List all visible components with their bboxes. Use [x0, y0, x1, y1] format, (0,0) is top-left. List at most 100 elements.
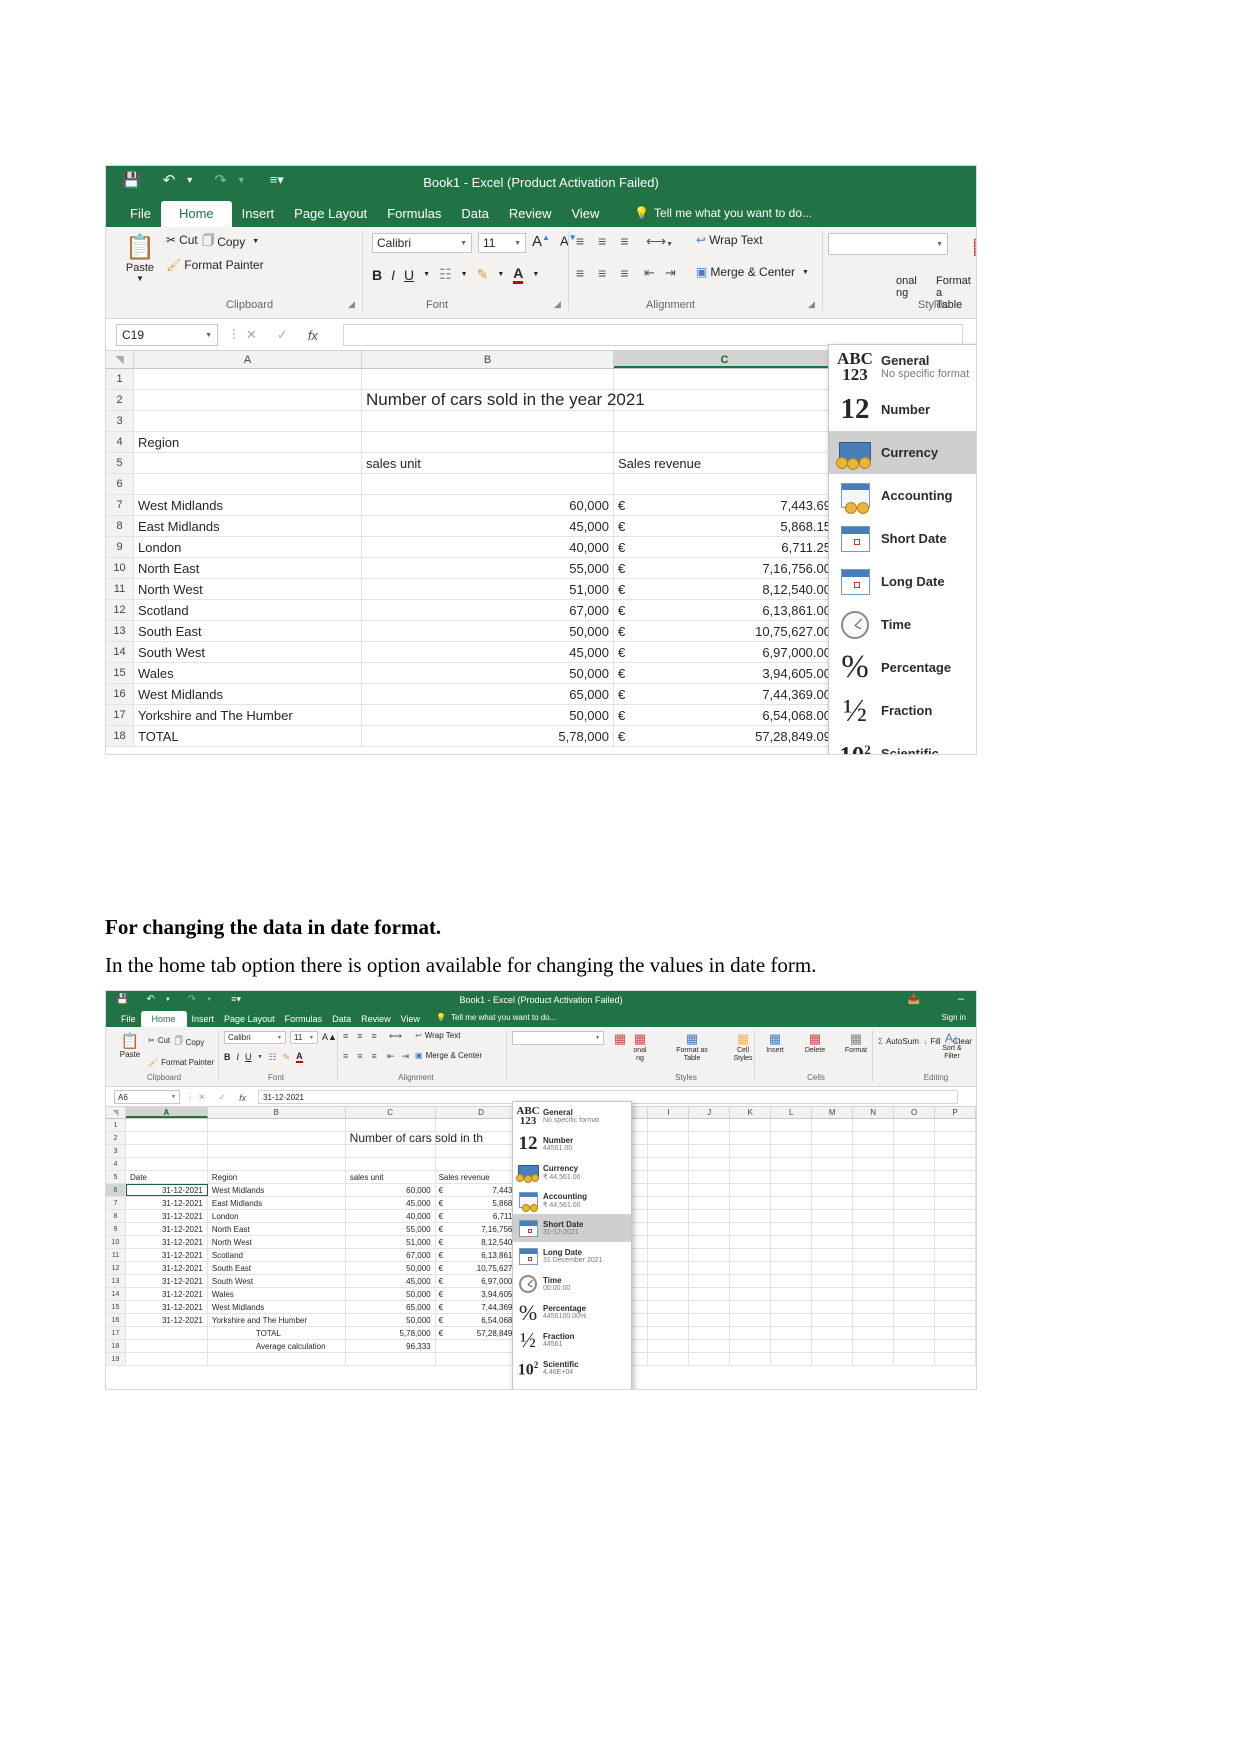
cell-A18[interactable]: TOTAL: [134, 726, 362, 746]
chevron-down-icon[interactable]: ▼: [936, 241, 943, 248]
borders-icon[interactable]: ☷: [268, 1052, 276, 1063]
cell-empty[interactable]: [935, 1145, 976, 1157]
cell-empty[interactable]: [853, 1236, 895, 1248]
merge-center-button[interactable]: ▣ Merge & Center: [415, 1051, 482, 1060]
row-header-17[interactable]: 17: [106, 1327, 126, 1339]
delete-cells-button[interactable]: ▦ Delete: [800, 1031, 830, 1054]
align-middle-icon[interactable]: ≡: [357, 1031, 362, 1041]
cell-empty[interactable]: [812, 1249, 854, 1261]
cell-C2[interactable]: [614, 390, 836, 410]
number-format-combo-2[interactable]: ▼: [512, 1031, 604, 1045]
merge-dropdown-icon[interactable]: ▼: [802, 269, 809, 276]
cell-A12[interactable]: 31-12-2021: [126, 1262, 208, 1274]
cell-A7[interactable]: West Midlands: [134, 495, 362, 515]
row-header-18[interactable]: 18: [106, 726, 134, 746]
cancel-icon[interactable]: ✕: [246, 327, 257, 343]
italic-button[interactable]: I: [237, 1052, 240, 1062]
cell-empty[interactable]: [935, 1171, 976, 1183]
row-header-4[interactable]: 4: [106, 432, 134, 452]
tab-home[interactable]: Home: [140, 1011, 187, 1027]
cell-B16[interactable]: 65,000: [362, 684, 614, 704]
cell-empty[interactable]: [812, 1158, 854, 1170]
number-format-item-fraction[interactable]: ½ Fraction: [829, 689, 976, 732]
cell-empty[interactable]: [935, 1236, 976, 1248]
align-bottom-icon[interactable]: ≡: [372, 1031, 377, 1041]
copy-button[interactable]: 🗍 Copy: [175, 1035, 205, 1049]
cut-button[interactable]: ✂ Cut: [148, 1036, 170, 1045]
cell-A13[interactable]: 31-12-2021: [126, 1275, 208, 1287]
cell-B7[interactable]: East Midlands: [208, 1197, 346, 1209]
cell-A2[interactable]: [134, 390, 362, 410]
cell-empty[interactable]: [935, 1184, 976, 1196]
cell-empty[interactable]: [935, 1327, 976, 1339]
cell-empty[interactable]: [853, 1145, 895, 1157]
insert-function-icon[interactable]: fx: [239, 1093, 246, 1103]
cell-B4[interactable]: [362, 432, 614, 452]
row-header-2[interactable]: 2: [106, 390, 134, 410]
orientation-icon[interactable]: ⟷▼: [646, 233, 673, 250]
column-header-K[interactable]: K: [730, 1107, 772, 1118]
cell-C12[interactable]: 50,000: [346, 1262, 436, 1274]
row-header-16[interactable]: 16: [106, 1314, 126, 1326]
font-dialog-launcher[interactable]: ◢: [554, 299, 561, 310]
cell-A16[interactable]: 31-12-2021: [126, 1314, 208, 1326]
align-bottom-icon[interactable]: ≡: [620, 233, 628, 249]
cell-empty[interactable]: [935, 1301, 976, 1313]
tab-file[interactable]: File: [116, 1011, 141, 1027]
cell-B12[interactable]: 67,000: [362, 600, 614, 620]
cell-A14[interactable]: 31-12-2021: [126, 1288, 208, 1300]
paste-button[interactable]: 📋 Paste: [116, 1032, 144, 1059]
row-header-8[interactable]: 8: [106, 1210, 126, 1222]
cell-C9[interactable]: 55,000: [346, 1223, 436, 1235]
row-header-13[interactable]: 13: [106, 621, 134, 641]
decrease-indent-icon[interactable]: ⇤: [387, 1051, 395, 1062]
cell-empty[interactable]: [812, 1145, 854, 1157]
cell-C14[interactable]: €6,97,000.00: [614, 642, 836, 662]
cell-empty[interactable]: [853, 1340, 895, 1352]
cell-B10[interactable]: North West: [208, 1236, 346, 1248]
find-select-button[interactable]: 🔍 Find & Select: [972, 1031, 976, 1061]
cell-empty[interactable]: [648, 1301, 690, 1313]
cell-A2[interactable]: [126, 1132, 208, 1144]
cell-empty[interactable]: [812, 1119, 854, 1131]
cell-empty[interactable]: [771, 1353, 813, 1365]
cell-empty[interactable]: [730, 1119, 772, 1131]
wrap-text-button[interactable]: ↩ Wrap Text: [696, 233, 763, 247]
cell-C8[interactable]: 40,000: [346, 1210, 436, 1222]
cell-B2[interactable]: Number of cars sold in the year 2021: [362, 390, 645, 410]
cell-empty[interactable]: [894, 1119, 935, 1131]
row-header-6[interactable]: 6: [106, 1184, 126, 1196]
column-header-I[interactable]: I: [648, 1107, 690, 1118]
cell-A6[interactable]: 31-12-2021: [125, 1184, 208, 1196]
cell-empty[interactable]: [730, 1158, 772, 1170]
cell-C1[interactable]: [346, 1119, 436, 1131]
number-format-item-time[interactable]: Time 00:00:00: [513, 1270, 631, 1298]
cell-C10[interactable]: €7,16,756.00: [614, 558, 836, 578]
cell-empty[interactable]: [771, 1119, 813, 1131]
cell-C18[interactable]: 96,333: [346, 1340, 436, 1352]
align-top-icon[interactable]: ≡: [343, 1031, 348, 1041]
number-format-combo-1[interactable]: ▼: [828, 233, 948, 255]
fill-color-dropdown-icon[interactable]: ▼: [497, 271, 504, 278]
align-left-icon[interactable]: ≡: [343, 1051, 348, 1061]
row-header-10[interactable]: 10: [106, 1236, 126, 1248]
row-header-9[interactable]: 9: [106, 537, 134, 557]
cell-empty[interactable]: [812, 1301, 854, 1313]
cell-C11[interactable]: 67,000: [346, 1249, 436, 1261]
cell-empty[interactable]: [894, 1132, 936, 1144]
cell-A10[interactable]: North East: [134, 558, 362, 578]
number-format-menu-1[interactable]: ABC 123 General No specific format 12 Number C…: [828, 344, 976, 754]
cell-A15[interactable]: 31-12-2021: [126, 1301, 208, 1313]
cell-empty[interactable]: [648, 1210, 690, 1222]
cell-empty[interactable]: [689, 1132, 731, 1144]
cell-empty[interactable]: [689, 1340, 731, 1352]
cell-empty[interactable]: [771, 1301, 813, 1313]
row-header-11[interactable]: 11: [106, 1249, 126, 1261]
cell-empty[interactable]: [894, 1171, 935, 1183]
cell-B4[interactable]: [208, 1158, 346, 1170]
cell-empty[interactable]: [730, 1236, 772, 1248]
number-format-menu-2[interactable]: ABC 123 General No specific format 12 Number 4…: [512, 1101, 632, 1389]
cell-B3[interactable]: [208, 1145, 346, 1157]
font-name-input[interactable]: Calibri ▼: [224, 1031, 286, 1044]
cell-A1[interactable]: [134, 369, 362, 389]
